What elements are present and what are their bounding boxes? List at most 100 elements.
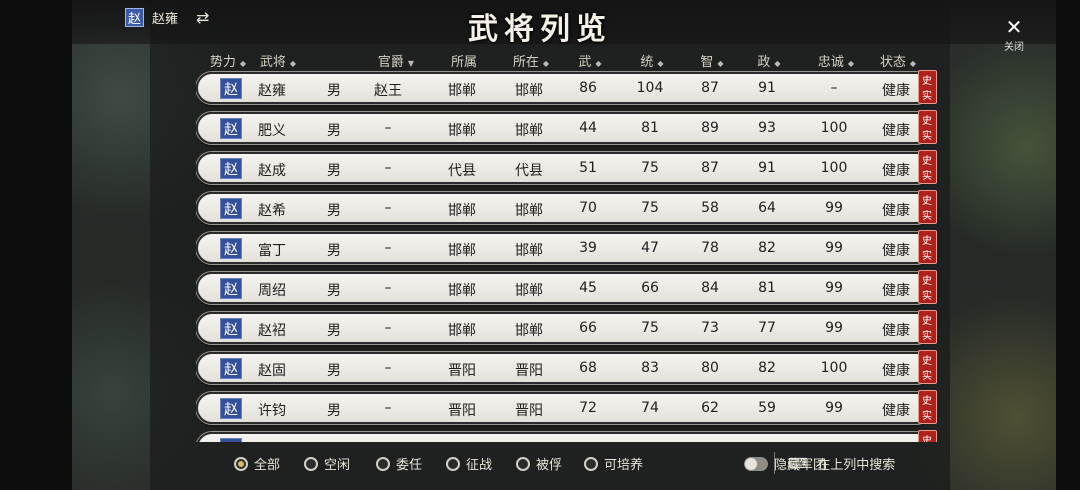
cell-name: 富丁 bbox=[258, 243, 286, 259]
table-row[interactable]: 赵史实 bbox=[196, 430, 937, 442]
faction-badge: 赵 bbox=[220, 278, 242, 299]
faction-badge: 赵 bbox=[220, 78, 242, 99]
close-icon: ✕ bbox=[1005, 15, 1023, 39]
cell-gender: 男 bbox=[327, 283, 341, 299]
cell-loyal: – bbox=[830, 80, 838, 96]
cell-pol: 91 bbox=[758, 80, 776, 96]
cell-title: – bbox=[384, 280, 392, 296]
cell-loyal: 99 bbox=[825, 400, 843, 416]
table-row[interactable]: 赵赵成 男 – 代县 代县 51 75 87 91 100 健康 史实 bbox=[196, 150, 937, 184]
cell-pol: 81 bbox=[758, 280, 776, 296]
cell-loc: 代县 bbox=[515, 163, 543, 179]
column-header-int[interactable]: 智 ◆ bbox=[700, 51, 723, 70]
table-row[interactable]: 赵许钧 男 – 晋阳 晋阳 72 74 62 59 99 健康 史实 bbox=[196, 390, 937, 424]
column-label: 武 bbox=[578, 55, 592, 70]
cell-pol: 64 bbox=[758, 200, 776, 216]
search-button[interactable]: ⌨ 在上列中搜索 bbox=[788, 454, 896, 474]
history-tag: 史实 bbox=[918, 430, 937, 442]
cell-loyal: 99 bbox=[825, 320, 843, 336]
left-screen-edge bbox=[0, 0, 72, 490]
radio-button[interactable] bbox=[584, 456, 598, 471]
column-header-pol[interactable]: 政 ◆ bbox=[757, 51, 780, 70]
radio-button[interactable] bbox=[446, 456, 460, 471]
filter-option[interactable]: 委任 bbox=[376, 454, 422, 473]
cell-lead: 104 bbox=[636, 80, 664, 96]
cell-loc: 晋阳 bbox=[515, 403, 543, 419]
radio-button[interactable] bbox=[234, 456, 248, 471]
right-screen-edge bbox=[1056, 0, 1080, 490]
sort-arrow-icon: ◆ bbox=[657, 59, 664, 68]
history-tag: 史实 bbox=[918, 230, 937, 264]
history-tag: 史实 bbox=[918, 310, 937, 344]
column-label: 所在 bbox=[512, 55, 539, 70]
cell-war: 70 bbox=[579, 200, 597, 216]
column-header-status[interactable]: 状态 ◆ bbox=[880, 51, 916, 70]
cell-lead: 75 bbox=[641, 200, 659, 216]
filter-option[interactable]: 可培养 bbox=[584, 454, 643, 473]
cell-status: 健康 bbox=[882, 363, 910, 379]
faction-badge: 赵 bbox=[220, 198, 242, 219]
history-tag: 史实 bbox=[918, 70, 937, 104]
cell-name: 赵希 bbox=[258, 203, 286, 219]
close-button[interactable]: ✕ 关闭 bbox=[996, 15, 1032, 53]
cell-status: 健康 bbox=[882, 243, 910, 259]
cell-pol: 93 bbox=[758, 120, 776, 136]
cell-home: 晋阳 bbox=[448, 363, 476, 379]
cell-status: 健康 bbox=[882, 403, 910, 419]
radio-button[interactable] bbox=[304, 456, 318, 471]
column-header-lead[interactable]: 统 ◆ bbox=[640, 51, 663, 70]
table-row[interactable]: 赵肥义 男 – 邯郸 邯郸 44 81 89 93 100 健康 史实 bbox=[196, 110, 937, 144]
search-label: 在上列中搜索 bbox=[817, 458, 896, 473]
column-header-name[interactable]: 武将 ◆ bbox=[260, 51, 296, 70]
cell-loyal: 99 bbox=[825, 200, 843, 216]
filter-label: 全部 bbox=[254, 458, 281, 473]
keyboard-icon: ⌨ bbox=[788, 455, 808, 472]
filter-option[interactable]: 全部 bbox=[234, 454, 280, 473]
table-row[interactable]: 赵赵希 男 – 邯郸 邯郸 70 75 58 64 99 健康 史实 bbox=[196, 190, 937, 224]
cell-status: 健康 bbox=[882, 323, 910, 339]
cell-gender: 男 bbox=[327, 243, 341, 259]
history-tag: 史实 bbox=[918, 150, 937, 184]
sort-arrow-icon: ◆ bbox=[595, 59, 602, 68]
table-row[interactable]: 赵富丁 男 – 邯郸 邯郸 39 47 78 82 99 健康 史实 bbox=[196, 230, 937, 264]
filter-option[interactable]: 征战 bbox=[446, 454, 492, 473]
cell-pol: 82 bbox=[758, 360, 776, 376]
cell-int: 87 bbox=[701, 160, 719, 176]
history-tag: 史实 bbox=[918, 190, 937, 224]
cell-loc: 邯郸 bbox=[515, 83, 543, 99]
column-header-faction[interactable]: 势力 ◆ bbox=[210, 51, 246, 70]
radio-button[interactable] bbox=[516, 456, 530, 471]
cell-int: 73 bbox=[701, 320, 719, 336]
cell-gender: 男 bbox=[327, 123, 341, 139]
filter-label: 委任 bbox=[396, 458, 423, 473]
cell-int: 89 bbox=[701, 120, 719, 136]
cell-war: 45 bbox=[579, 280, 597, 296]
table-row[interactable]: 赵周绍 男 – 邯郸 邯郸 45 66 84 81 99 健康 史实 bbox=[196, 270, 937, 304]
cell-name: 肥义 bbox=[258, 123, 286, 139]
cell-loc: 邯郸 bbox=[515, 243, 543, 259]
filter-option[interactable]: 被俘 bbox=[516, 454, 562, 473]
table-row[interactable]: 赵赵雍 男 赵王 邯郸 邯郸 86 104 87 91 – 健康 史实 bbox=[196, 70, 937, 104]
column-header-home[interactable]: 所属 bbox=[451, 51, 477, 70]
cell-home: 邯郸 bbox=[448, 283, 476, 299]
column-label: 忠诚 bbox=[817, 55, 844, 70]
column-header-war[interactable]: 武 ◆ bbox=[578, 51, 601, 70]
cell-int: 87 bbox=[701, 80, 719, 96]
cell-pol: 82 bbox=[758, 240, 776, 256]
general-list[interactable]: 赵赵雍男赵王 邯郸 邯郸 86 104 87 91– 健康 史实赵肥义男 – 邯郸 邯郸 44 81 89 9… bbox=[196, 70, 956, 442]
toggle-switch[interactable] bbox=[744, 456, 768, 471]
column-header-loyal[interactable]: 忠诚 ◆ bbox=[818, 51, 854, 70]
history-tag: 史实 bbox=[918, 110, 937, 144]
column-header-title[interactable]: 官爵 ▼ bbox=[378, 51, 414, 70]
radio-button[interactable] bbox=[376, 456, 390, 471]
column-header-loc[interactable]: 所在 ◆ bbox=[513, 51, 549, 70]
filter-option[interactable]: 空闲 bbox=[304, 454, 350, 473]
cell-lead: 75 bbox=[641, 160, 659, 176]
cell-home: 邯郸 bbox=[448, 83, 476, 99]
column-label: 势力 bbox=[209, 55, 236, 70]
table-row[interactable]: 赵赵袑 男 – 邯郸 邯郸 66 75 73 77 99 健康 史实 bbox=[196, 310, 937, 344]
cell-gender: 男 bbox=[327, 363, 341, 379]
cell-title: – bbox=[384, 200, 392, 216]
table-row[interactable]: 赵赵固 男 – 晋阳 晋阳 68 83 80 82 100 健康 史实 bbox=[196, 350, 937, 384]
cell-home: 代县 bbox=[448, 163, 476, 179]
